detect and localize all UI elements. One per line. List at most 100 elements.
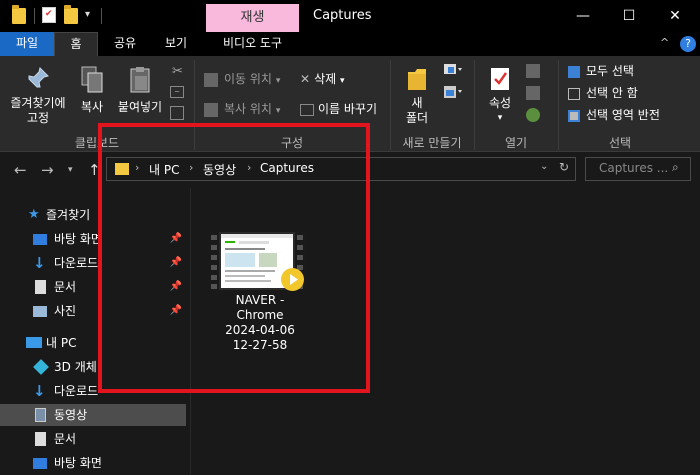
delete-label: 삭제 — [314, 72, 337, 86]
pictures-icon — [33, 306, 47, 317]
new-folder-icon[interactable] — [64, 5, 78, 24]
new-folder-label-1: 새 — [411, 96, 423, 110]
document-icon — [35, 280, 46, 294]
refresh-icon[interactable]: ↻ — [559, 160, 569, 174]
new-folder-label-2: 폴더 — [405, 111, 429, 125]
copy-icon — [80, 66, 104, 94]
edit-icon[interactable] — [526, 86, 540, 100]
copy-to-button[interactable]: 복사 위치 ▾ — [204, 100, 280, 118]
paste-button[interactable]: 붙여넣기 — [114, 66, 166, 115]
cube-icon — [33, 359, 49, 375]
paste-label: 붙여넣기 — [117, 100, 163, 114]
document-icon — [35, 432, 46, 446]
nav-label: 즐겨찾기 — [46, 208, 91, 222]
video-folder-icon — [35, 408, 46, 422]
recent-locations-icon[interactable]: ▾ — [68, 165, 73, 175]
nav-item-videos[interactable]: 동영상 — [0, 404, 186, 426]
nav-item-documents-pc[interactable]: 문서 — [0, 428, 186, 450]
divider — [101, 8, 102, 24]
copy-path-icon[interactable]: ~ — [170, 86, 184, 98]
move-to-label: 이동 위치 — [224, 72, 272, 86]
nav-label: 문서 — [54, 280, 77, 294]
nav-label: 내 PC — [46, 336, 77, 350]
context-tab-play[interactable]: 재생 — [206, 4, 299, 32]
desktop-icon — [33, 458, 47, 469]
forward-button[interactable]: → — [41, 161, 54, 179]
select-none-button[interactable]: 선택 안 함 — [568, 84, 638, 102]
pin-quick-access-button[interactable]: 즐겨찾기에 고정 — [4, 66, 72, 126]
collapse-ribbon-icon[interactable]: ^ — [660, 36, 669, 49]
nav-label: 동영상 — [54, 408, 88, 422]
cut-icon[interactable]: ✂ — [172, 64, 183, 79]
properties-dropdown-icon[interactable]: ▾ — [480, 111, 520, 126]
tab-share[interactable]: 공유 — [108, 32, 142, 56]
move-to-icon — [204, 72, 218, 87]
tab-video-tools[interactable]: 비디오 도구 — [206, 32, 299, 56]
star-icon: ★ — [28, 207, 40, 222]
properties-icon[interactable]: ✔ — [42, 7, 56, 23]
copy-to-icon — [204, 102, 218, 117]
download-icon: ↓ — [33, 382, 46, 400]
title-bar: ✔ ▾ 재생 Captures — ☐ ✕ — [0, 0, 700, 32]
nav-label: 바탕 화면 — [54, 232, 102, 246]
select-none-icon — [568, 87, 580, 100]
copy-button[interactable]: 복사 — [76, 66, 108, 115]
nav-label: 바탕 화면 — [54, 456, 102, 470]
pin-icon — [26, 66, 50, 90]
close-button[interactable]: ✕ — [652, 0, 698, 32]
copy-to-label: 복사 위치 — [224, 102, 272, 116]
search-icon: ⌕ — [672, 160, 679, 174]
nav-item-desktop-pc[interactable]: 바탕 화면 — [0, 452, 186, 474]
open-icon[interactable] — [526, 64, 540, 78]
help-icon[interactable]: ? — [680, 36, 696, 52]
window-title: Captures — [313, 8, 372, 23]
address-dropdown-icon[interactable]: ⌄ — [540, 161, 548, 172]
open-group-label: 열기 — [504, 136, 528, 150]
copy-label: 복사 — [80, 100, 104, 114]
back-button[interactable]: ← — [14, 161, 27, 179]
desktop-icon — [33, 234, 47, 245]
ribbon-tab-bar: 파일 홈 공유 보기 비디오 도구 ^ ? — [0, 32, 700, 56]
nav-label: 문서 — [54, 432, 77, 446]
nav-label: 3D 개체 — [54, 360, 97, 374]
nav-label: 다운로드 — [54, 384, 99, 398]
computer-icon — [26, 337, 42, 348]
tab-file[interactable]: 파일 — [0, 32, 54, 56]
invert-selection-icon — [568, 109, 580, 122]
paste-shortcut-icon[interactable] — [170, 106, 184, 120]
rename-icon — [300, 103, 314, 116]
maximize-button[interactable]: ☐ — [606, 0, 652, 32]
delete-button[interactable]: ✕ 삭제 ▾ — [300, 70, 345, 88]
highlight-box — [98, 123, 370, 393]
rename-button[interactable]: 이름 바꾸기 — [300, 100, 377, 118]
divider — [34, 8, 35, 24]
move-to-button[interactable]: 이동 위치 ▾ — [204, 70, 280, 88]
customize-qat-icon[interactable]: ▾ — [85, 9, 90, 20]
delete-icon: ✕ — [300, 72, 311, 86]
new-folder-button[interactable]: 새 폴더 — [398, 66, 436, 126]
properties-button[interactable]: 속성 ▾ — [480, 66, 520, 126]
select-all-button[interactable]: 모두 선택 — [568, 62, 634, 80]
select-group-label: 선택 — [608, 136, 632, 150]
folder-icon — [12, 5, 26, 24]
nav-label: 사진 — [54, 304, 77, 318]
new-item-icon[interactable] — [442, 62, 464, 78]
minimize-button[interactable]: — — [560, 0, 606, 32]
download-icon: ↓ — [33, 254, 46, 272]
history-icon[interactable] — [526, 108, 540, 122]
new-folder-icon — [406, 66, 428, 92]
pin-label-1: 즐겨찾기에 — [10, 96, 66, 110]
paste-icon — [128, 66, 152, 94]
pin-label-2: 고정 — [26, 111, 50, 125]
properties-icon — [489, 66, 511, 92]
new-group-label: 새로 만들기 — [402, 136, 462, 150]
tab-view[interactable]: 보기 — [158, 32, 194, 56]
easy-access-icon[interactable] — [442, 84, 464, 100]
invert-selection-label: 선택 영역 반전 — [586, 108, 660, 122]
nav-label: 다운로드 — [54, 256, 99, 270]
select-all-icon — [568, 65, 580, 78]
invert-selection-button[interactable]: 선택 영역 반전 — [568, 106, 660, 124]
tab-home[interactable]: 홈 — [54, 32, 98, 56]
select-all-label: 모두 선택 — [586, 64, 634, 78]
properties-label: 속성 — [488, 96, 512, 110]
